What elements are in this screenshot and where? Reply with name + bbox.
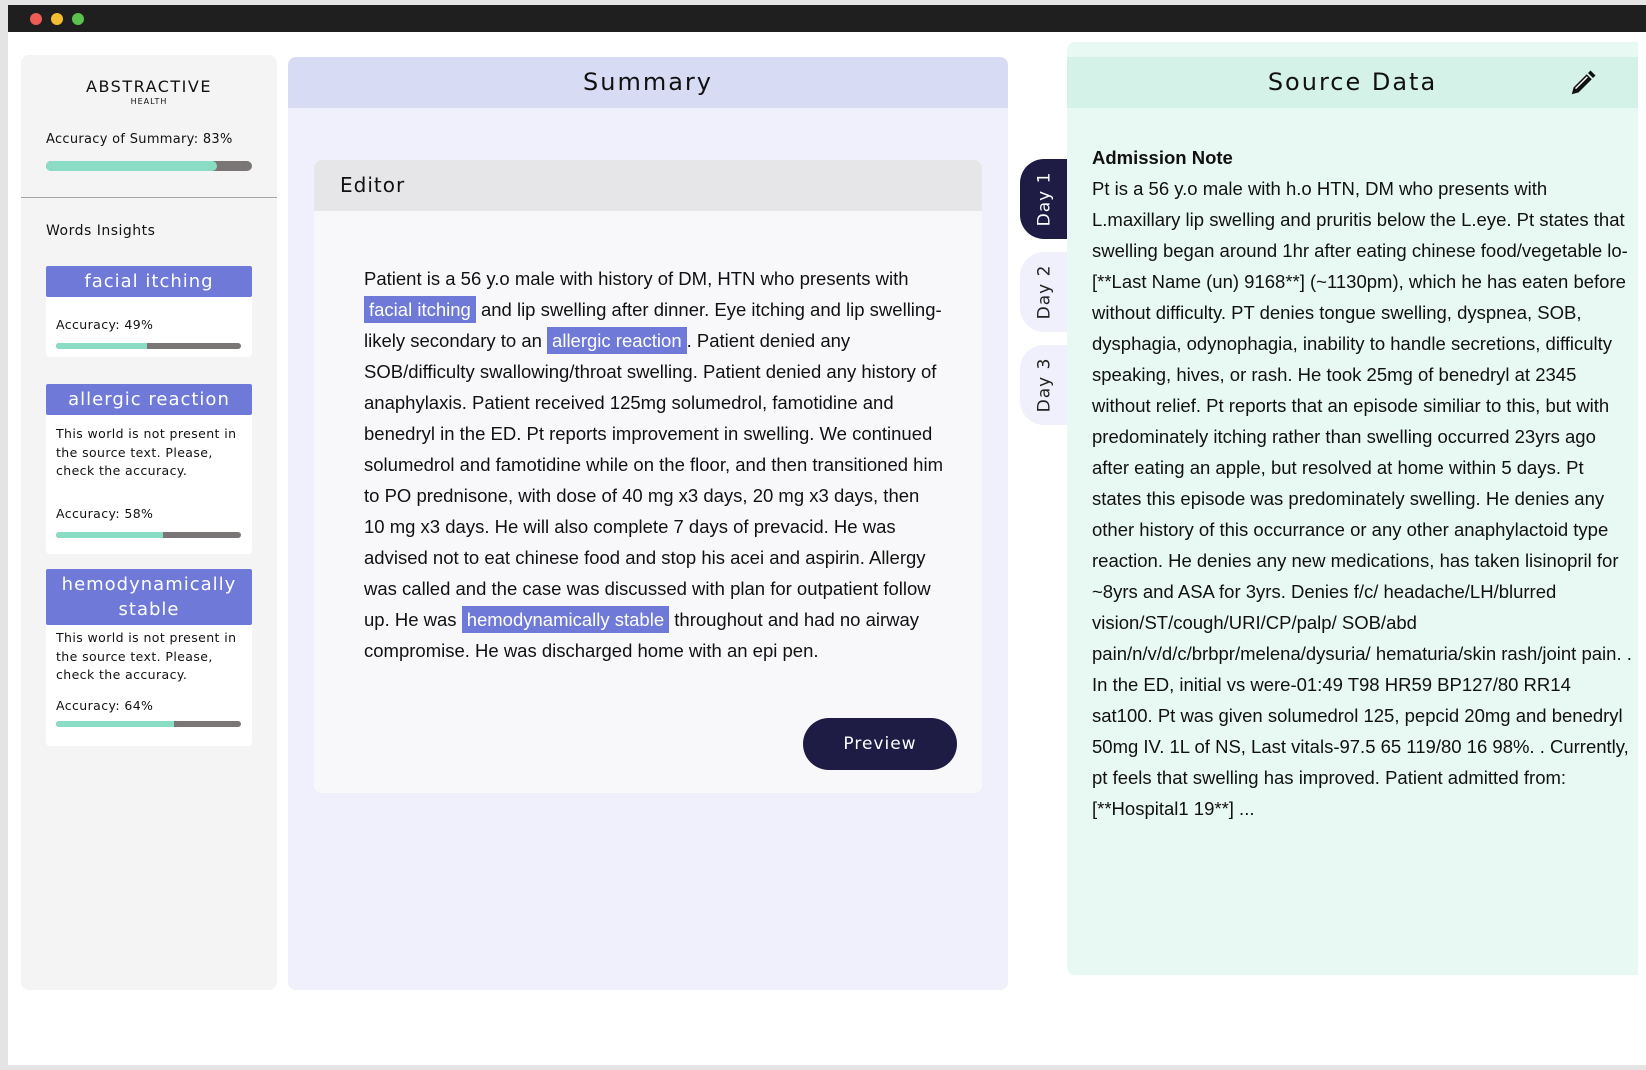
insight-accuracy-fill: [56, 343, 147, 349]
highlight-facial-itching[interactable]: facial itching: [364, 296, 476, 323]
source-note: Admission Note Pt is a 56 y.o male with …: [1092, 142, 1632, 824]
tab-day-1-label: Day 1: [1034, 171, 1055, 227]
insight-card-facial-itching[interactable]: facial itching Accuracy: 49%: [46, 266, 252, 357]
editor-text-segment: . Patient denied any SOB/difficulty swal…: [364, 330, 943, 630]
tab-day-1[interactable]: Day 1: [1020, 159, 1068, 239]
insight-word: facial itching: [46, 266, 252, 297]
tab-day-2-label: Day 2: [1034, 264, 1055, 320]
editor-title: Editor: [314, 160, 982, 211]
insight-warning-note: This world is not present in the source …: [56, 426, 237, 478]
close-window-button[interactable]: [30, 13, 42, 25]
editor-card: Editor Patient is a 56 y.o male with his…: [314, 160, 982, 793]
summary-accuracy-bar: [46, 161, 252, 171]
tab-day-3-label: Day 3: [1034, 357, 1055, 413]
tab-day-2[interactable]: Day 2: [1020, 252, 1068, 332]
insight-card-allergic-reaction[interactable]: allergic reaction This world is not pres…: [46, 384, 252, 554]
highlight-hemodynamically-stable[interactable]: hemodynamically stable: [461, 606, 670, 633]
insight-accuracy-label: Accuracy: 58%: [56, 506, 154, 521]
summary-accuracy-label: Accuracy of Summary: 83%: [46, 132, 233, 147]
insight-accuracy-fill: [56, 721, 175, 727]
maximize-window-button[interactable]: [72, 13, 84, 25]
brand-sub: HEALTH: [130, 97, 168, 106]
title-bar: [8, 5, 1646, 32]
insight-accuracy-bar: [56, 532, 241, 538]
insight-word: hemodynamically stable: [46, 569, 252, 625]
insight-warning-note: This world is not present in the source …: [56, 630, 237, 682]
insight-accuracy-bar: [56, 343, 241, 349]
words-insights-label: Words Insights: [46, 223, 156, 239]
insight-accuracy-label: Accuracy: 49%: [56, 317, 154, 332]
admission-note-text: Pt is a 56 y.o male with h.o HTN, DM who…: [1092, 178, 1632, 819]
summary-title: Summary: [288, 57, 1008, 108]
minimize-window-button[interactable]: [51, 13, 63, 25]
preview-button[interactable]: Preview: [803, 718, 957, 770]
sidebar-divider: [21, 197, 277, 198]
source-data-title: Source Data: [1067, 57, 1638, 108]
insight-accuracy-label: Accuracy: 64%: [56, 698, 154, 713]
insight-accuracy-bar: [56, 721, 241, 727]
summary-accuracy-fill: [46, 161, 217, 171]
admission-note-title: Admission Note: [1092, 147, 1233, 168]
editor-text-area[interactable]: Patient is a 56 y.o male with history of…: [364, 263, 944, 666]
summary-panel: Summary Editor Patient is a 56 y.o male …: [288, 57, 1008, 990]
insight-accuracy-fill: [56, 532, 164, 538]
highlight-allergic-reaction[interactable]: allergic reaction: [547, 327, 687, 354]
pencil-icon[interactable]: [1568, 68, 1598, 98]
insight-word: allergic reaction: [46, 384, 252, 415]
sidebar: ABSTRACTIVE HEALTH Accuracy of Summary: …: [21, 55, 277, 990]
editor-text-segment: Patient is a 56 y.o male with history of…: [364, 268, 909, 289]
source-data-panel: Source Data Admission Note Pt is a 56 y.…: [1067, 42, 1638, 975]
brand-name: ABSTRACTIVE: [86, 77, 212, 96]
insight-card-hemodynamically-stable[interactable]: hemodynamically stable This world is not…: [46, 569, 252, 746]
brand-logo: ABSTRACTIVE HEALTH: [21, 77, 277, 106]
tab-day-3[interactable]: Day 3: [1020, 345, 1068, 425]
